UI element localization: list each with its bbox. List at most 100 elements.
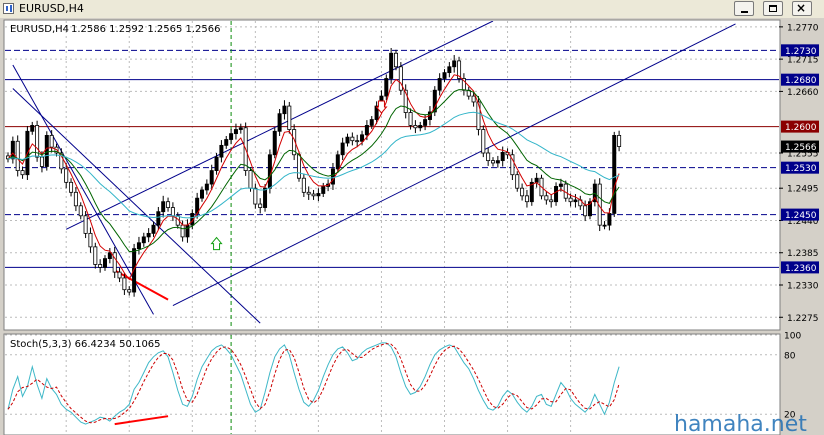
watermark: hamaha.net	[674, 412, 807, 435]
candle-body	[389, 52, 394, 79]
price-tick-label: 1.2715	[787, 56, 819, 66]
window-title: EURUSD,H4	[19, 2, 84, 15]
candle-body	[44, 135, 49, 167]
candle-body	[369, 119, 374, 126]
candle-body	[277, 113, 282, 132]
candle-body	[151, 224, 156, 234]
price-label: 1.2566	[785, 143, 817, 153]
candle-body	[423, 119, 428, 126]
candle-body	[78, 205, 83, 217]
candle-body	[170, 207, 175, 217]
candle-body	[447, 66, 452, 74]
candle-body	[554, 186, 559, 203]
candle-body	[321, 186, 326, 194]
candle-body	[544, 195, 549, 201]
candle-body	[364, 125, 369, 136]
candle-body	[214, 156, 219, 172]
price-tick-label: 1.2330	[787, 282, 819, 292]
candle-body	[15, 140, 20, 172]
candle-body	[161, 201, 166, 213]
candle-body	[355, 140, 360, 143]
price-tick-label: 1.2660	[787, 88, 819, 98]
candle-body	[136, 242, 141, 250]
candle-body	[64, 168, 69, 183]
candle-body	[500, 152, 505, 162]
candle-body	[238, 127, 243, 130]
candle-body	[103, 258, 108, 268]
candle-body	[282, 105, 287, 115]
price-tick-label: 1.2770	[787, 23, 819, 33]
candle-body	[495, 160, 500, 164]
maximize-icon	[769, 5, 777, 12]
price-label: 1.2600	[785, 123, 817, 133]
price-label: 1.2730	[785, 47, 817, 57]
candle-body	[117, 271, 122, 279]
candle-body	[73, 191, 78, 207]
candle-body	[393, 52, 398, 68]
candle-body	[88, 232, 93, 248]
candle-body	[452, 60, 457, 68]
candle-body	[408, 112, 413, 126]
candle-body	[49, 135, 54, 148]
stoch-label: Stoch(5,3,3) 66.4234 50.1065	[10, 339, 161, 350]
candle-body	[515, 174, 520, 189]
candle-body	[180, 224, 185, 238]
candle-body	[413, 125, 418, 129]
candle-body	[311, 193, 316, 197]
candle-body	[602, 224, 607, 227]
candle-body	[146, 232, 151, 238]
candle-body	[345, 136, 350, 144]
candle-body	[340, 142, 345, 156]
candle-body	[219, 144, 224, 158]
candle-body	[573, 199, 578, 203]
price-label: 1.2450	[785, 211, 817, 221]
candle-body	[93, 246, 98, 265]
candle-body	[316, 193, 321, 197]
candle-body	[471, 95, 476, 103]
candle-body	[20, 170, 25, 176]
candle-body	[534, 177, 539, 183]
chart-area[interactable]: 1.27701.27151.26601.25551.24951.24401.23…	[0, 18, 824, 435]
title-bar[interactable]: EURUSD,H4 ×	[0, 0, 824, 19]
close-button[interactable]: ×	[792, 1, 812, 16]
candle-body	[612, 135, 617, 214]
candle-body	[127, 289, 132, 293]
candle-body	[520, 187, 525, 197]
candle-body	[549, 199, 554, 203]
candle-body	[233, 129, 238, 135]
minimize-icon	[741, 11, 748, 13]
candle-body	[617, 135, 622, 147]
candle-body	[350, 136, 355, 142]
candle-body	[583, 205, 588, 217]
candle-body	[335, 154, 340, 170]
symbol-label: EURUSD,H4	[10, 24, 69, 35]
candle-body	[39, 156, 44, 167]
candle-body	[287, 105, 292, 130]
candle-body	[248, 170, 253, 189]
candle-body	[30, 125, 35, 132]
candle-body	[263, 187, 268, 208]
candle-body	[296, 154, 301, 179]
candle-body	[83, 215, 88, 234]
candle-body	[209, 170, 214, 185]
candle-body	[384, 78, 389, 97]
candle-body	[524, 195, 529, 203]
close-icon: ×	[796, 1, 807, 15]
candle-body	[607, 213, 612, 226]
candle-body	[199, 189, 204, 199]
candle-body	[185, 224, 190, 238]
candle-body	[141, 236, 146, 244]
candle-body	[442, 72, 447, 79]
candle-body	[229, 133, 234, 140]
chart-window-icon	[3, 3, 14, 14]
candle-body	[301, 177, 306, 193]
minimize-button[interactable]	[734, 1, 754, 16]
price-label: 1.2530	[785, 164, 817, 174]
candle-body	[98, 264, 103, 268]
candle-body	[253, 187, 258, 205]
candle-body	[272, 130, 277, 156]
price-tick-label: 1.2495	[787, 185, 819, 195]
candle-body	[490, 160, 495, 164]
candle-body	[360, 134, 365, 142]
maximize-button[interactable]	[763, 1, 783, 16]
